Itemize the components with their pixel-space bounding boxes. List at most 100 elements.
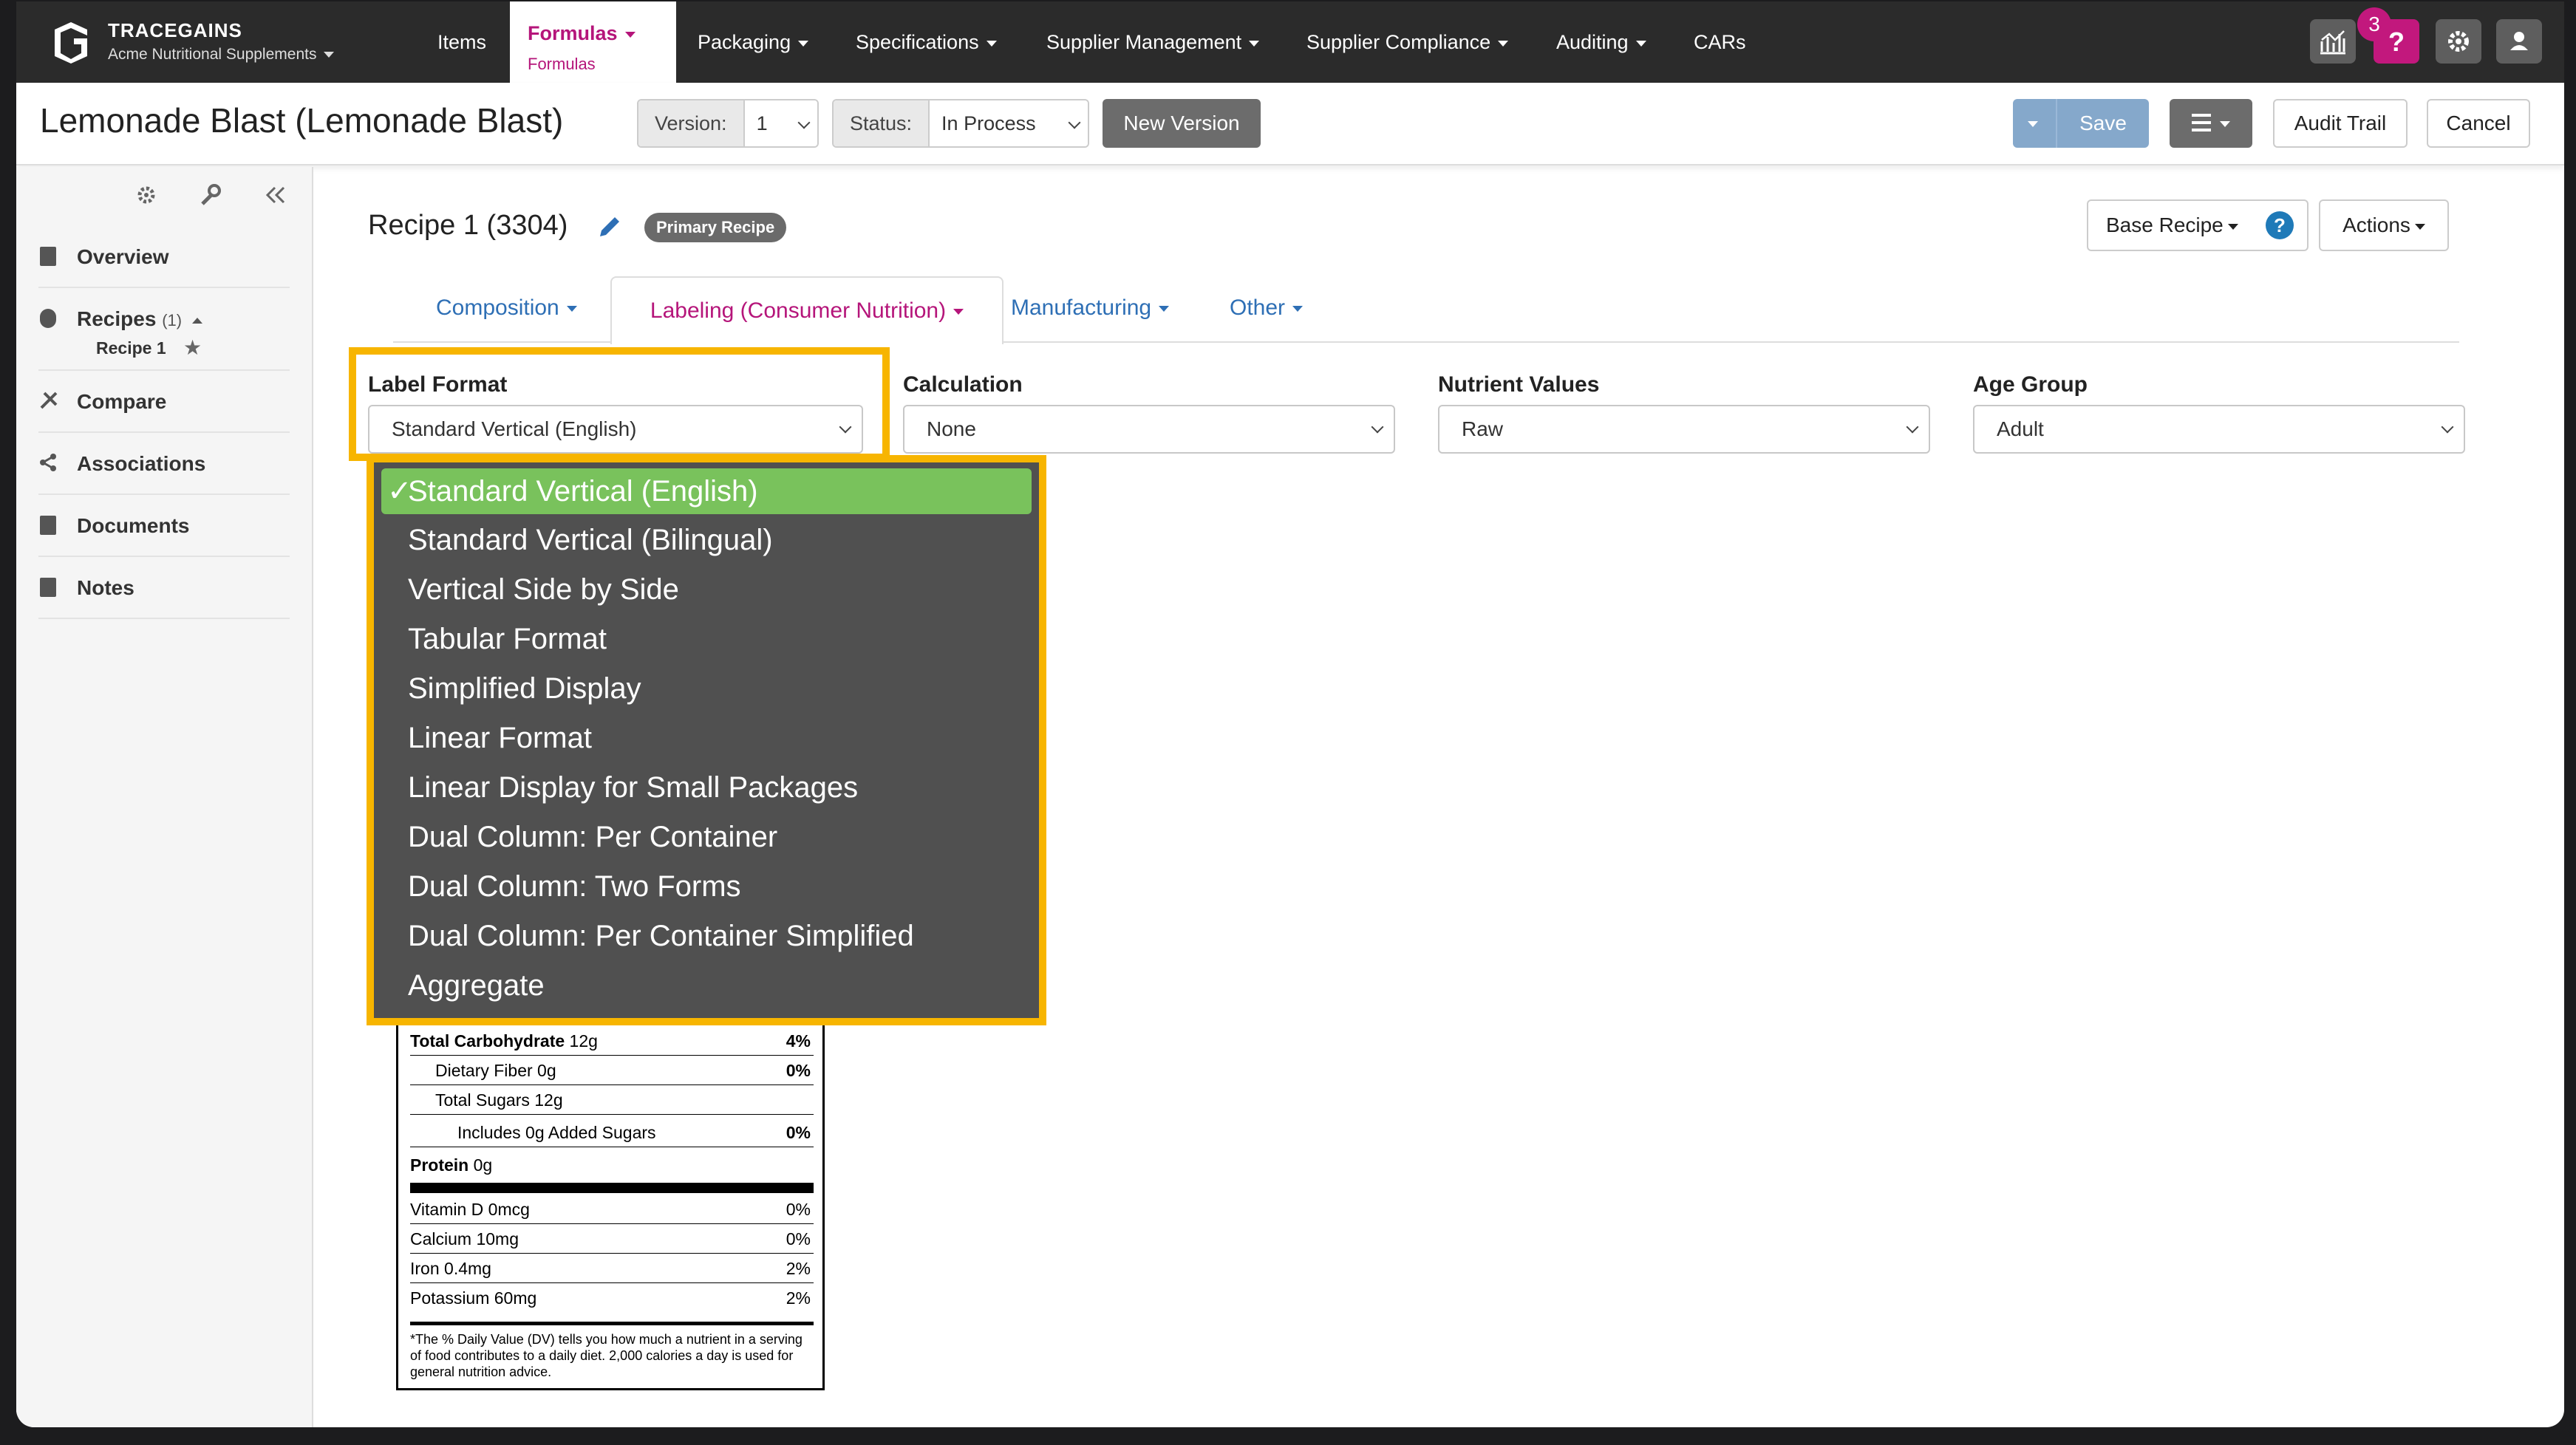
age-group-select[interactable]: Adult	[1973, 405, 2465, 454]
nutrient-name: Includes 0g Added Sugars	[457, 1123, 656, 1142]
tracegains-logo-icon[interactable]	[49, 19, 93, 64]
sidebar-item-recipes[interactable]: Recipes (1) Recipe 1 ★	[38, 288, 290, 371]
user-menu-button[interactable]	[2496, 19, 2542, 64]
dropdown-option[interactable]: Vertical Side by Side	[381, 567, 1032, 612]
cancel-button[interactable]: Cancel	[2427, 99, 2530, 148]
label-format-dropdown: ✓ Standard Vertical (English) Standard Ve…	[367, 455, 1046, 1025]
vitamin-name: Vitamin D 0mcg	[410, 1200, 530, 1219]
tab-other[interactable]: Other	[1230, 296, 1304, 321]
sidebar-item-label: Overview	[77, 245, 169, 268]
save-button-group: Save	[2013, 99, 2149, 148]
app-window: TRACEGAINS Acme Nutritional Supplements …	[16, 1, 2564, 1427]
check-icon: ✓	[387, 475, 412, 508]
sidebar-item-label: Compare	[77, 390, 167, 413]
brand-name: TRACEGAINS	[108, 19, 242, 41]
help-icon[interactable]: ?	[2266, 211, 2294, 239]
wrench-icon[interactable]	[197, 182, 223, 208]
chevron-down-icon	[2028, 121, 2038, 127]
collapse-sidebar-icon[interactable]	[262, 182, 288, 208]
tab-labeling-label: Labeling (Consumer Nutrition)	[650, 298, 947, 323]
nutrient-row: Total Carbohydrate 12g 4%	[410, 1026, 814, 1056]
sidebar-item-compare[interactable]: Compare	[38, 371, 290, 433]
status-select[interactable]: Status: In Process	[832, 99, 1089, 148]
tab-manufacturing-label: Manufacturing	[1011, 296, 1152, 320]
gear-icon[interactable]	[133, 182, 160, 208]
nav-auditing[interactable]: Auditing	[1556, 1, 1646, 83]
dropdown-option[interactable]: Standard Vertical (Bilingual)	[381, 517, 1032, 563]
recipes-label: Recipes	[77, 307, 157, 330]
nutrient-dv: 4%	[786, 1031, 811, 1051]
sidebar-item-label: Notes	[77, 576, 134, 599]
nutrient-name: Dietary Fiber	[435, 1061, 533, 1080]
nav-items[interactable]: Items	[437, 1, 486, 83]
dropdown-option[interactable]: Tabular Format	[381, 616, 1032, 662]
dropdown-option[interactable]: Simplified Display	[381, 666, 1032, 711]
tab-manufacturing[interactable]: Manufacturing	[1011, 296, 1170, 321]
dropdown-option[interactable]: Aggregate	[381, 963, 1032, 1008]
nav-supplier-management[interactable]: Supplier Management	[1046, 1, 1260, 83]
settings-button[interactable]	[2436, 19, 2481, 64]
nav-supplier-compliance[interactable]: Supplier Compliance	[1306, 1, 1509, 83]
nav-cars[interactable]: CARs	[1694, 1, 1746, 83]
nutrient-values-label: Nutrient Values	[1438, 372, 1600, 397]
document-icon	[40, 516, 56, 535]
nav-supplier-management-label: Supplier Management	[1046, 31, 1242, 53]
dropdown-option[interactable]: Linear Display for Small Packages	[381, 765, 1032, 810]
save-options-dropdown[interactable]	[2013, 99, 2057, 148]
sidebar-item-documents[interactable]: Documents	[38, 495, 290, 557]
nav-packaging[interactable]: Packaging	[698, 1, 809, 83]
version-label: Version:	[638, 100, 745, 146]
chevron-down-icon	[1371, 420, 1384, 434]
dropdown-option[interactable]: Dual Column: Per Container Simplified	[381, 913, 1032, 959]
chart-icon	[2320, 30, 2345, 55]
nutrient-row: Total Sugars 12g	[410, 1085, 814, 1115]
analytics-button[interactable]	[2310, 19, 2356, 64]
label-format-highlight	[349, 347, 890, 461]
version-select[interactable]: Version: 1	[637, 99, 819, 148]
company-selector[interactable]: Acme Nutritional Supplements	[108, 46, 335, 64]
sidebar-item-associations[interactable]: Associations	[38, 433, 290, 495]
nav-specifications[interactable]: Specifications	[856, 1, 997, 83]
nutrient-amount: 12g	[565, 1031, 598, 1051]
status-value: In Process	[941, 112, 1036, 134]
save-button[interactable]: Save	[2057, 99, 2149, 148]
dropdown-option[interactable]: Linear Format	[381, 715, 1032, 761]
pencil-icon[interactable]	[594, 213, 624, 242]
nav-auditing-label: Auditing	[1556, 31, 1629, 53]
tab-labeling[interactable]: Labeling (Consumer Nutrition)	[610, 276, 1004, 344]
chevron-down-icon	[624, 31, 636, 38]
calculation-select[interactable]: None	[903, 405, 1395, 454]
audit-trail-button[interactable]: Audit Trail	[2273, 99, 2408, 148]
chevron-down-icon	[2441, 420, 2454, 434]
vitamin-row: Calcium 10mg 0%	[410, 1224, 814, 1254]
sidebar-item-label: Recipes (1)	[77, 307, 202, 331]
vitamin-name: Iron 0.4mg	[410, 1259, 491, 1278]
vitamin-row: Vitamin D 0mcg 0%	[410, 1195, 814, 1224]
dropdown-option[interactable]: ✓ Standard Vertical (English)	[381, 468, 1032, 514]
actions-label: Actions	[2342, 213, 2410, 236]
base-recipe-button[interactable]: Base Recipe ?	[2087, 199, 2308, 251]
dropdown-option[interactable]: Dual Column: Two Forms	[381, 864, 1032, 909]
sidebar-item-overview[interactable]: Overview	[38, 226, 290, 288]
clipboard-icon	[40, 247, 56, 266]
chevron-down-icon	[953, 309, 964, 315]
nutrient-row: Protein 0g	[410, 1150, 814, 1180]
sidebar-item-notes[interactable]: Notes	[38, 557, 290, 619]
tab-other-label: Other	[1230, 296, 1286, 320]
tab-composition[interactable]: Composition	[436, 296, 577, 321]
sidebar-item-label: Documents	[77, 514, 190, 537]
sidebar-subitem-recipe-1[interactable]: Recipe 1	[96, 338, 166, 358]
nutrient-name: Total Carbohydrate	[410, 1031, 565, 1051]
nutrient-amount: 0g	[532, 1061, 556, 1080]
nutrient-name: Protein	[410, 1155, 469, 1175]
new-version-button[interactable]: New Version	[1103, 99, 1261, 148]
dropdown-option[interactable]: Dual Column: Per Container	[381, 814, 1032, 860]
nutrient-values-value: Raw	[1462, 417, 1504, 440]
vitamin-name: Potassium 60mg	[410, 1288, 537, 1308]
nutrient-values-select[interactable]: Raw	[1438, 405, 1930, 454]
nav-formulas[interactable]: Formulas Formulas	[510, 1, 676, 83]
more-menu-button[interactable]	[2170, 99, 2252, 148]
actions-button[interactable]: Actions	[2319, 199, 2449, 251]
vitamin-row: Potassium 60mg 2%	[410, 1283, 814, 1313]
chevron-up-icon[interactable]	[191, 317, 202, 324]
